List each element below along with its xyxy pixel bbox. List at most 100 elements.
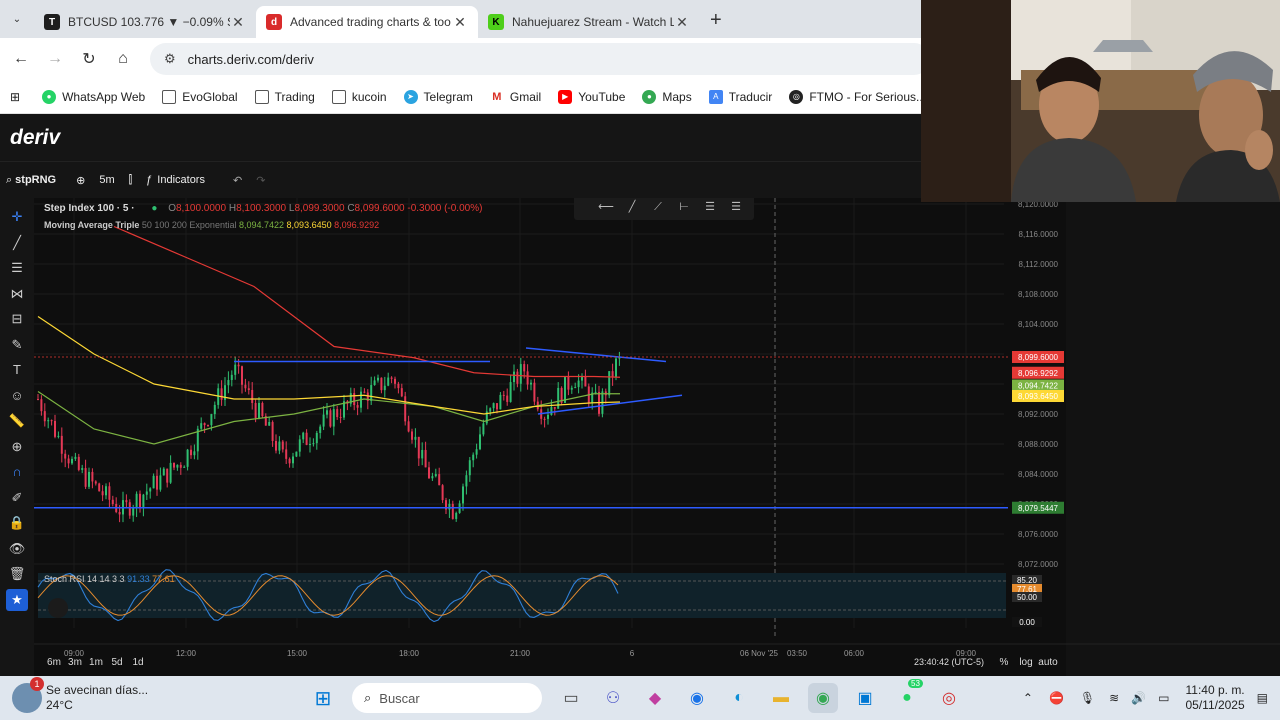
ohlc-close: 8,099.6000 xyxy=(354,203,405,214)
bookmark-gmail[interactable]: M Gmail xyxy=(489,89,541,104)
bookmark-trading[interactable]: Trading xyxy=(254,89,315,104)
bookmark-whatsapp[interactable]: ● WhatsApp Web xyxy=(42,89,145,104)
clock-time: 11:40 p. m. xyxy=(1185,683,1245,697)
timeframe-button: 1d xyxy=(132,657,143,668)
interval-selector[interactable]: 5m xyxy=(99,174,114,186)
zoom-icon[interactable]: ⊕ xyxy=(6,436,28,458)
bookmark-youtube[interactable]: ▶ YouTube xyxy=(558,89,625,104)
candle-body xyxy=(309,443,311,445)
task-view-icon[interactable]: ▭ xyxy=(556,683,586,713)
candle-body xyxy=(105,486,107,496)
tab-kick-stream[interactable]: K Nahuejuarez Stream - Watch Li ✕ xyxy=(478,6,700,38)
trash-icon[interactable]: 🗑 xyxy=(6,563,28,585)
emoji-icon[interactable]: ☺ xyxy=(6,385,28,407)
close-icon[interactable]: ✕ xyxy=(452,14,468,31)
tab-btcusd[interactable]: T BTCUSD 103.776 ▼ −0.09% Sin ✕ xyxy=(34,6,256,38)
candle-body xyxy=(47,420,50,422)
forward-icon[interactable]: → xyxy=(38,50,72,68)
teams-icon[interactable]: ⚇ xyxy=(598,683,628,713)
price-axis-label: 8,108.0000 xyxy=(1018,290,1059,299)
chart-area[interactable]: ✛ ╱ ☰ ⋈ ⊟ ✎ T ☺ 📏 ⊕ ∩ ✐ 🔒 👁 🗑 ★ Stoch RS… xyxy=(0,198,1280,676)
candle-body xyxy=(373,380,376,386)
opera-icon[interactable]: ◎ xyxy=(934,683,964,713)
file-explorer-icon[interactable]: ▬ xyxy=(766,683,796,713)
edit-lock-icon[interactable]: ✐ xyxy=(6,487,28,509)
wifi-icon[interactable]: ≋ xyxy=(1109,691,1119,705)
notifications-icon[interactable]: ▤ xyxy=(1257,691,1268,705)
url-field[interactable]: ⚙ charts.deriv.com/deriv xyxy=(150,43,930,75)
candle-body xyxy=(519,364,522,384)
tab-deriv[interactable]: d Advanced trading charts & too ✕ xyxy=(256,6,478,38)
bookmark-ftmo[interactable]: ◎ FTMO - For Serious... xyxy=(789,89,926,104)
tab-search-dropdown-icon[interactable]: ⌄ xyxy=(6,8,28,30)
new-tab-icon[interactable]: + xyxy=(710,9,722,32)
eye-icon[interactable]: 👁 xyxy=(6,538,28,560)
store-icon[interactable]: ▣ xyxy=(850,683,880,713)
crosshair-icon[interactable]: ✛ xyxy=(6,206,28,228)
chrome-active-icon[interactable]: ◉ xyxy=(808,683,838,713)
copilot-icon[interactable]: ◆ xyxy=(640,683,670,713)
chart-type-icon[interactable]: ⫿ xyxy=(129,174,133,187)
price-chart-svg[interactable]: Stoch RSI 14 14 3 3 91.33 77.61 85.20 77.6… xyxy=(34,198,1280,676)
candle-body xyxy=(533,382,536,402)
ruler-icon[interactable]: 📏 xyxy=(6,410,28,432)
brush-icon[interactable]: ✎ xyxy=(6,334,28,356)
deriv-favicon-icon: d xyxy=(266,14,282,30)
folder-icon xyxy=(331,89,346,104)
favorites-star-icon[interactable]: ★ xyxy=(6,588,28,611)
candle-body xyxy=(400,388,403,397)
back-icon[interactable]: ← xyxy=(4,50,38,68)
battery-icon[interactable]: ▭ xyxy=(1158,691,1169,705)
compare-symbol-icon[interactable]: ⊕ xyxy=(76,174,85,187)
network-off-icon[interactable]: ⛔ xyxy=(1049,691,1064,705)
close-icon[interactable]: ✕ xyxy=(674,14,690,31)
windows-start-icon[interactable]: ⊞ xyxy=(308,683,338,713)
chrome-app-icon[interactable]: ◉ xyxy=(682,683,712,713)
indicators-button[interactable]: ƒ Indicators xyxy=(146,174,219,186)
translate-icon: A xyxy=(708,89,723,104)
undo-icon[interactable]: ↶ xyxy=(233,174,242,187)
weather-widget[interactable]: 1 Se avecinan días... 24°C xyxy=(12,677,302,713)
candle-body xyxy=(288,458,291,464)
system-clock[interactable]: 11:40 p. m. 05/11/2025 xyxy=(1185,683,1244,713)
bookmark-traducir[interactable]: A Traducir xyxy=(708,89,772,104)
candle-body xyxy=(295,451,298,457)
bookmark-kucoin[interactable]: kucoin xyxy=(331,89,387,104)
reload-icon[interactable]: ↻ xyxy=(72,49,106,69)
axis-option: auto xyxy=(1038,657,1058,668)
redo-icon[interactable]: ↷ xyxy=(256,174,265,187)
chevron-up-icon[interactable]: ⌃ xyxy=(1023,691,1033,705)
candle-body xyxy=(516,371,519,384)
close-icon[interactable]: ✕ xyxy=(230,14,246,31)
volume-icon[interactable]: 🔊 xyxy=(1131,691,1146,705)
text-icon[interactable]: T xyxy=(6,359,28,381)
candle-body xyxy=(173,462,175,468)
apps-grid-icon[interactable]: ⊞ xyxy=(10,90,20,104)
candle-body xyxy=(553,407,556,409)
candle-body xyxy=(142,494,145,508)
candle-body xyxy=(227,380,230,386)
windows-taskbar: 1 Se avecinan días... 24°C ⊞ ⌕ Buscar ▭ … xyxy=(0,676,1280,720)
candle-body xyxy=(54,420,56,437)
time-axis-label: 15:00 xyxy=(287,649,308,658)
bookmark-maps[interactable]: ● Maps xyxy=(642,89,692,104)
candle-body xyxy=(37,399,39,400)
lock-icon[interactable]: 🔒 xyxy=(6,512,28,534)
microphone-icon[interactable]: 🎙 xyxy=(1080,691,1095,705)
pattern-icon[interactable]: ⋈ xyxy=(6,283,28,305)
candle-body xyxy=(550,407,553,415)
bookmark-evoglobal[interactable]: EvoGlobal xyxy=(162,89,238,104)
bookmark-telegram[interactable]: ➤ Telegram xyxy=(403,89,473,104)
edge-icon[interactable]: ◐ xyxy=(724,683,754,713)
symbol-selector[interactable]: ⌕ stpRNG xyxy=(6,174,56,187)
trendline-icon[interactable]: ╱ xyxy=(6,232,28,254)
stoch-d-value: 77.61 xyxy=(152,574,175,584)
taskbar-search[interactable]: ⌕ Buscar xyxy=(352,683,542,713)
candle-body xyxy=(475,449,478,455)
home-icon[interactable]: ⌂ xyxy=(106,50,140,68)
whatsapp-taskbar-icon[interactable]: ● 53 xyxy=(892,679,923,713)
magnet-icon[interactable]: ∩ xyxy=(6,461,28,483)
site-info-icon[interactable]: ⚙ xyxy=(164,51,176,67)
fib-icon[interactable]: ☰ xyxy=(6,257,28,279)
prediction-icon[interactable]: ⊟ xyxy=(6,308,28,330)
